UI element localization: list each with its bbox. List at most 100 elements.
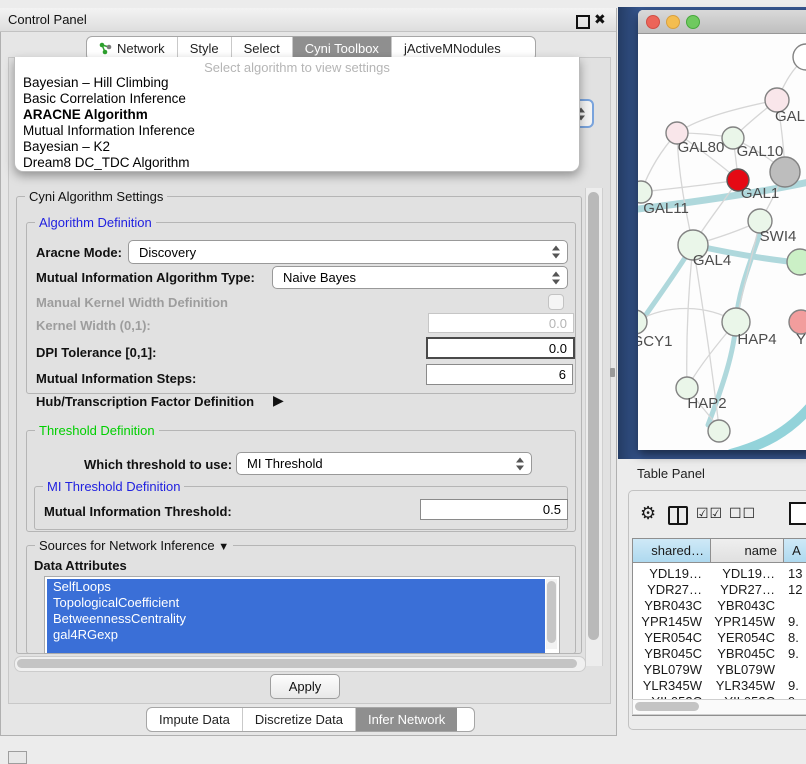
float-window-icon[interactable] bbox=[576, 15, 590, 29]
attribute-item-partial[interactable] bbox=[47, 643, 545, 654]
data-attributes-list: SelfLoops TopologicalCoefficient Between… bbox=[44, 576, 560, 654]
cell: YER054C bbox=[710, 630, 783, 646]
expand-right-icon[interactable]: ▶ bbox=[273, 392, 284, 409]
mi-type-combo[interactable]: Naive Bayes bbox=[272, 266, 568, 289]
table-horizontal-scrollbar-thumb[interactable] bbox=[635, 702, 699, 711]
manual-kernel-label: Manual Kernel Width Definition bbox=[36, 295, 228, 310]
cell: 8. bbox=[783, 630, 806, 646]
manual-kernel-checkbox[interactable] bbox=[548, 294, 564, 310]
kernel-width-field[interactable]: 0.0 bbox=[428, 313, 574, 333]
control-panel-titlebar[interactable] bbox=[0, 8, 616, 32]
node[interactable] bbox=[708, 420, 730, 442]
attributes-scrollbar[interactable] bbox=[546, 579, 557, 649]
table-row[interactable]: YBL079WYBL079W bbox=[632, 662, 806, 678]
network-canvas[interactable]: GAL GAL80 GAL10 GAL1 GAL11 SWI4 GAL4 GCY… bbox=[638, 33, 806, 450]
node-label: HAP2 bbox=[687, 395, 726, 412]
zoom-traffic-light-icon[interactable] bbox=[686, 15, 700, 29]
algorithm-dropdown-popup: Select algorithm to view settings Bayesi… bbox=[14, 57, 580, 172]
mi-steps-value: 6 bbox=[559, 367, 566, 382]
cell: YBR043C bbox=[710, 598, 783, 614]
sources-group-title[interactable]: Sources for Network Inference ▼ bbox=[35, 538, 233, 553]
cell: YBR043C bbox=[632, 598, 710, 614]
split-pane-divider bbox=[677, 508, 679, 523]
node[interactable] bbox=[787, 249, 806, 275]
cell: YBL079W bbox=[632, 662, 710, 678]
node-label: GAL bbox=[775, 108, 805, 125]
mi-threshold-label: Mutual Information Threshold: bbox=[44, 504, 232, 519]
cell: YPR145W bbox=[710, 614, 783, 630]
column-header-partial[interactable]: A bbox=[783, 538, 806, 563]
tab-impute-data[interactable]: Impute Data bbox=[147, 708, 243, 731]
panel-splitter-handle[interactable] bbox=[610, 368, 615, 377]
attribute-item[interactable]: SelfLoops bbox=[47, 579, 545, 595]
tab-infer-network[interactable]: Infer Network bbox=[356, 708, 457, 731]
mi-type-label: Mutual Information Algorithm Type: bbox=[36, 270, 255, 285]
minimize-traffic-light-icon[interactable] bbox=[666, 15, 680, 29]
table-row[interactable]: YBR043CYBR043C bbox=[632, 598, 806, 614]
node[interactable] bbox=[793, 44, 806, 70]
mi-threshold-value: 0.5 bbox=[543, 502, 561, 517]
bottom-left-grip-icon[interactable] bbox=[8, 751, 27, 764]
mi-threshold-group-title: MI Threshold Definition bbox=[43, 479, 184, 494]
close-icon[interactable]: ✖ bbox=[594, 11, 606, 28]
algorithm-definition-title: Algorithm Definition bbox=[35, 215, 156, 230]
dropdown-option[interactable]: Bayesian – Hill Climbing bbox=[15, 75, 579, 91]
attribute-item[interactable]: gal4RGexp bbox=[47, 627, 545, 643]
close-traffic-light-icon[interactable] bbox=[646, 15, 660, 29]
column-header-shared-name[interactable]: shared… bbox=[632, 538, 711, 563]
deselect-all-columns-icon[interactable]: ☐☐ bbox=[729, 505, 756, 522]
attribute-item[interactable]: BetweennessCentrality bbox=[47, 611, 545, 627]
tab-discretize-data[interactable]: Discretize Data bbox=[243, 708, 356, 731]
apply-button[interactable]: Apply bbox=[270, 674, 340, 699]
dpi-tolerance-field[interactable]: 0.0 bbox=[426, 337, 575, 359]
table-row[interactable]: YDR27…YDR27…12 bbox=[632, 582, 806, 598]
mi-threshold-field[interactable]: 0.5 bbox=[420, 499, 568, 520]
dropdown-option[interactable]: Bayesian – K2 bbox=[15, 139, 579, 155]
dropdown-option[interactable]: Mutual Information Inference bbox=[15, 123, 579, 139]
screen: { "window": {"title": "Control Panel", "… bbox=[0, 0, 806, 762]
select-all-columns-icon[interactable]: ☑☑ bbox=[696, 505, 723, 522]
aracne-mode-label: Aracne Mode: bbox=[36, 245, 122, 260]
split-pane-icon[interactable] bbox=[668, 506, 688, 525]
table-row[interactable]: YLR345WYLR345W9. bbox=[632, 678, 806, 694]
cell: YLR345W bbox=[710, 678, 783, 694]
settings-horizontal-scrollbar-thumb[interactable] bbox=[17, 659, 577, 668]
dropdown-option[interactable]: Basic Correlation Inference bbox=[15, 91, 579, 107]
cell: YDL19… bbox=[632, 566, 710, 582]
attributes-scrollbar-thumb[interactable] bbox=[547, 581, 556, 643]
dropdown-option-selected[interactable]: ARACNE Algorithm bbox=[15, 107, 579, 123]
table-horizontal-scrollbar[interactable] bbox=[632, 699, 806, 715]
settings-vertical-scrollbar-thumb[interactable] bbox=[588, 192, 599, 640]
aracne-mode-combo[interactable]: Discovery bbox=[128, 240, 568, 264]
settings-vertical-scrollbar[interactable] bbox=[585, 188, 603, 666]
dropdown-option[interactable]: Dream8 DC_TDC Algorithm bbox=[15, 155, 579, 171]
node-label: GAL4 bbox=[693, 252, 731, 269]
attribute-item[interactable]: TopologicalCoefficient bbox=[47, 595, 545, 611]
new-file-icon[interactable] bbox=[789, 502, 806, 525]
expand-down-icon: ▼ bbox=[218, 541, 229, 553]
table-row[interactable]: YPR145WYPR145W9. bbox=[632, 614, 806, 630]
cell bbox=[783, 598, 806, 614]
data-attributes-label: Data Attributes bbox=[34, 558, 127, 573]
cell: YBR045C bbox=[632, 646, 710, 662]
cell: YPR145W bbox=[632, 614, 710, 630]
which-threshold-combo[interactable]: MI Threshold bbox=[236, 452, 532, 475]
column-header-name[interactable]: name bbox=[710, 538, 784, 563]
table-row[interactable]: YBR045CYBR045C9. bbox=[632, 646, 806, 662]
mi-type-value: Naive Bayes bbox=[283, 270, 356, 285]
mi-steps-label: Mutual Information Steps: bbox=[36, 371, 196, 386]
kernel-width-label: Kernel Width (0,1): bbox=[36, 318, 151, 333]
table-row[interactable]: YER054CYER054C8. bbox=[632, 630, 806, 646]
network-window-titlebar[interactable] bbox=[638, 10, 806, 34]
cell: 12 bbox=[783, 582, 806, 598]
hub-definition-label[interactable]: Hub/Transcription Factor Definition bbox=[36, 394, 254, 409]
node-gray[interactable] bbox=[770, 157, 800, 187]
settings-horizontal-scrollbar[interactable] bbox=[14, 656, 586, 672]
cell: 9. bbox=[783, 614, 806, 630]
table-row[interactable]: YDL19…YDL19…13 bbox=[632, 566, 806, 582]
gear-icon[interactable]: ⚙ bbox=[640, 503, 656, 524]
edge bbox=[736, 221, 760, 322]
mi-steps-field[interactable]: 6 bbox=[426, 364, 573, 385]
edge bbox=[641, 180, 738, 192]
dpi-tolerance-label: DPI Tolerance [0,1]: bbox=[36, 345, 156, 360]
